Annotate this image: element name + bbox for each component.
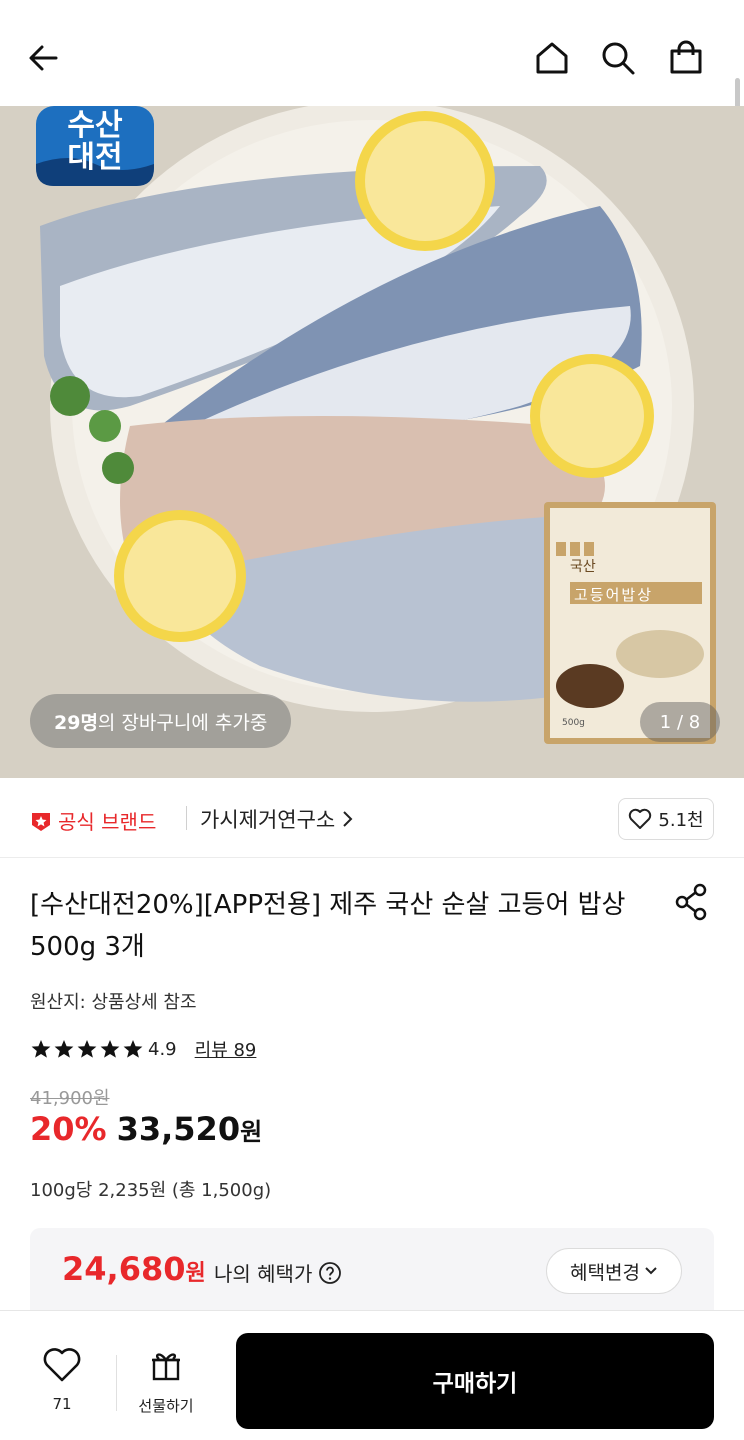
gift-icon bbox=[152, 1353, 180, 1381]
product-image[interactable]: 수산 대전 국산 고등어밥상 500g 29명 의 장바구니에 추가중 1 / 8 bbox=[0, 106, 744, 778]
heart-icon bbox=[629, 808, 652, 829]
chevron-right-icon bbox=[343, 811, 353, 827]
brand-link[interactable]: 가시제거연구소 bbox=[200, 804, 355, 834]
brand-row: 공식 브랜드 가시제거연구소 5.1천 bbox=[0, 778, 744, 858]
package-weight: 500g bbox=[562, 718, 585, 728]
cart-count: 29명 bbox=[54, 711, 98, 734]
share-icon[interactable] bbox=[672, 882, 712, 922]
chevron-down-icon bbox=[645, 1267, 657, 1275]
discount-rate: 20% bbox=[30, 1110, 107, 1148]
wishlist-button[interactable]: 71 bbox=[22, 1347, 102, 1413]
origin-info: 원산지: 상품상세 참조 bbox=[30, 992, 197, 1013]
sale-price: 33,520원 bbox=[117, 1110, 263, 1148]
heart-icon bbox=[43, 1348, 81, 1382]
benefit-label: 나의 혜택가 bbox=[214, 1258, 342, 1287]
change-benefit-label: 혜택변경 bbox=[570, 1261, 640, 1284]
divider bbox=[186, 806, 187, 830]
star-icon bbox=[77, 1040, 97, 1058]
gift-button[interactable]: 선물하기 bbox=[126, 1347, 206, 1416]
buy-button[interactable]: 구매하기 bbox=[236, 1333, 714, 1429]
benefit-price-value: 24,680 bbox=[62, 1250, 186, 1288]
image-pager: 1 / 8 bbox=[640, 702, 720, 742]
official-badge-icon bbox=[32, 812, 50, 831]
cart-text: 의 장바구니에 추가중 bbox=[97, 711, 268, 734]
sale-price-value: 33,520 bbox=[116, 1110, 241, 1148]
change-benefit-button[interactable]: 혜택변경 bbox=[546, 1248, 682, 1294]
star-icon bbox=[31, 1040, 51, 1058]
price-unit: 원 bbox=[240, 1118, 263, 1146]
like-count: 5.1천 bbox=[658, 810, 704, 831]
top-nav bbox=[0, 0, 744, 106]
benefit-price-unit: 원 bbox=[185, 1261, 206, 1286]
star-rating bbox=[30, 1039, 144, 1059]
benefit-label-text: 나의 혜택가 bbox=[214, 1262, 313, 1286]
package-label-2: 고등어밥상 bbox=[574, 586, 654, 604]
gift-label: 선물하기 bbox=[138, 1397, 194, 1415]
search-icon[interactable] bbox=[596, 36, 640, 80]
official-brand-label: 공식 브랜드 bbox=[58, 810, 157, 834]
brand-like-button[interactable]: 5.1천 bbox=[618, 798, 714, 840]
rating-value: 4.9 bbox=[148, 1038, 177, 1060]
bottom-action-bar: 71 선물하기 구매하기 bbox=[0, 1310, 744, 1440]
badge-line-2: 대전 bbox=[67, 140, 123, 175]
brand-name: 가시제거연구소 bbox=[200, 808, 336, 832]
star-icon bbox=[100, 1040, 120, 1058]
shopping-bag-icon[interactable] bbox=[664, 36, 708, 80]
package-label-1: 국산 bbox=[570, 559, 596, 575]
badge-line-1: 수산 bbox=[67, 108, 123, 143]
back-arrow-icon[interactable] bbox=[22, 36, 66, 80]
home-icon[interactable] bbox=[530, 36, 574, 80]
help-icon[interactable] bbox=[318, 1261, 342, 1285]
official-brand-badge: 공식 브랜드 bbox=[30, 806, 156, 835]
price-row: 20% 33,520원 bbox=[30, 1110, 262, 1148]
product-title: [수산대전20%][APP전용] 제주 국산 순살 고등어 밥상 500g 3개 bbox=[30, 890, 626, 962]
benefit-price: 24,680원 bbox=[62, 1250, 206, 1288]
divider bbox=[116, 1355, 117, 1411]
star-icon bbox=[54, 1040, 74, 1058]
unit-price: 100g당 2,235원 (총 1,500g) bbox=[30, 1180, 272, 1201]
benefit-price-box: 24,680원 나의 혜택가 혜택변경 bbox=[30, 1228, 714, 1314]
review-link[interactable]: 리뷰 89 bbox=[195, 1036, 257, 1062]
event-badge: 수산 대전 bbox=[36, 110, 154, 174]
rating-row: 4.9 리뷰 89 bbox=[30, 1036, 256, 1062]
star-icon bbox=[123, 1040, 143, 1058]
wish-count: 71 bbox=[52, 1395, 72, 1413]
original-price: 41,900원 bbox=[30, 1088, 110, 1109]
cart-activity-pill: 29명 의 장바구니에 추가중 bbox=[30, 694, 292, 748]
